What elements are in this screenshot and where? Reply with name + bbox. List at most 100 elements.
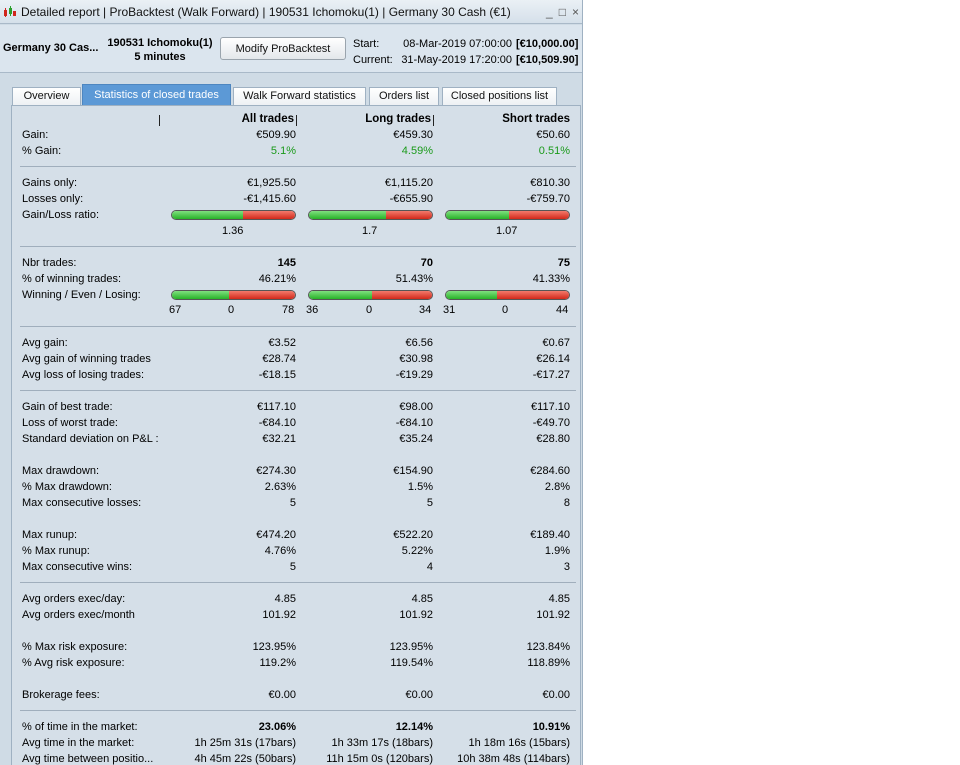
stat-value-all: 1h 25m 31s (17bars) xyxy=(194,737,297,749)
start-amount: [€10,000.00] xyxy=(516,38,579,50)
stat-value-long: €459.30 xyxy=(393,129,433,141)
stat-value-long: 123.95% xyxy=(389,641,433,653)
stat-value-all: -€18.15 xyxy=(258,369,296,381)
stat-value-all: 123.95% xyxy=(252,641,296,653)
stat-value-all: -€84.10 xyxy=(258,417,296,429)
stat-value-short: 1h 18m 16s (15bars) xyxy=(468,737,571,749)
stat-label: % Max drawdown: xyxy=(22,481,112,493)
stat-value-all: 5.1% xyxy=(270,145,296,157)
maximize-button[interactable]: □ xyxy=(556,5,569,19)
stat-row-pct-gain: % Gain: 5.1% 4.59% 0.51% xyxy=(12,143,582,159)
column-header-all: All trades xyxy=(241,113,294,125)
modify-probacktest-button[interactable]: Modify ProBacktest xyxy=(220,37,346,60)
tab-statistics-closed-trades[interactable]: Statistics of closed trades xyxy=(82,84,231,105)
gain-loss-ratio-short: 1.07 xyxy=(496,225,518,237)
stat-value-short: €26.14 xyxy=(536,353,570,365)
stat-value-all: 5 xyxy=(289,497,296,509)
winning-losing-bar-all xyxy=(171,290,296,300)
stat-label: Avg orders exec/month xyxy=(22,609,135,621)
tab-walk-forward-statistics[interactable]: Walk Forward statistics xyxy=(233,87,366,105)
stat-value-all: €474.20 xyxy=(256,529,296,541)
stat-value-short: 2.8% xyxy=(544,481,570,493)
tab-overview[interactable]: Overview xyxy=(12,87,81,105)
section-divider xyxy=(20,326,576,327)
stat-value-short: €117.10 xyxy=(531,401,570,413)
stat-value-all: €32.21 xyxy=(262,433,296,445)
winning-count-long: 36 xyxy=(306,304,319,316)
gain-loss-bar-short xyxy=(445,210,570,220)
section-divider xyxy=(20,582,576,583)
stat-row-losses-only: Losses only: -€1,415.60 -€655.90 -€759.7… xyxy=(12,191,582,207)
stat-value-all: 119.2% xyxy=(259,657,297,669)
stat-label: Gain of best trade: xyxy=(22,401,113,413)
stat-value-long: 51.43% xyxy=(395,273,433,285)
stat-value-all: 5 xyxy=(289,561,296,573)
stat-label: Max runup: xyxy=(22,529,78,541)
backtest-dates: Start: 08-Mar-2019 07:00:00 [€10,000.00]… xyxy=(353,36,578,68)
tab-orders-list[interactable]: Orders list xyxy=(369,87,439,105)
losing-count-all: 78 xyxy=(282,304,295,316)
stat-value-long: €154.90 xyxy=(393,465,433,477)
stat-value-short: -€49.70 xyxy=(532,417,570,429)
stat-label: Max consecutive losses: xyxy=(22,497,142,509)
stat-value-all: 46.21% xyxy=(258,273,296,285)
current-amount: [€10,509.90] xyxy=(516,54,579,66)
stat-value-short: 41.33% xyxy=(532,273,570,285)
stat-label: Avg orders exec/day: xyxy=(22,593,126,605)
stat-label: Avg time between positio... xyxy=(22,753,154,765)
title-bar: Detailed report | ProBacktest (Walk Forw… xyxy=(0,0,582,24)
statistics-panel: All trades Long trades Short trades Gain… xyxy=(11,105,581,765)
stat-value-short: €0.00 xyxy=(542,689,570,701)
stat-label: % of time in the market: xyxy=(22,721,138,733)
stat-value-all: €3.52 xyxy=(268,337,296,349)
system-name: 190531 Ichomoku(1) xyxy=(107,37,213,49)
stat-value-short: €50.60 xyxy=(536,129,570,141)
timeframe: 5 minutes xyxy=(134,51,186,63)
stat-label: Max drawdown: xyxy=(22,465,100,477)
stat-value-short: 10h 38m 48s (114bars) xyxy=(457,753,570,765)
stat-label: % Gain: xyxy=(22,145,62,157)
stat-value-long: 70 xyxy=(420,257,433,269)
stat-value-short: 123.84% xyxy=(526,641,570,653)
stat-row-pct-winning: % of winning trades: 46.21% 51.43% 41.33… xyxy=(12,271,582,287)
stat-row-avg-exec-month: Avg orders exec/month 101.92 101.92 101.… xyxy=(12,607,582,623)
stat-label: Avg time in the market: xyxy=(22,737,135,749)
stat-value-short: €0.67 xyxy=(542,337,570,349)
start-label: Start: xyxy=(353,38,380,50)
close-button[interactable]: × xyxy=(569,5,582,19)
current-label: Current: xyxy=(353,54,393,66)
stat-row-max-consec-losses: Max consecutive losses: 5 5 8 xyxy=(12,495,582,511)
gain-loss-bar-long xyxy=(308,210,433,220)
stat-value-long: 101.92 xyxy=(399,609,433,621)
stat-label: % Max risk exposure: xyxy=(22,641,128,653)
stat-value-long: 4.59% xyxy=(401,145,433,157)
stat-value-short: €189.40 xyxy=(530,529,570,541)
stat-row-pct-max-drawdown: % Max drawdown: 2.63% 1.5% 2.8% xyxy=(12,479,582,495)
stat-label: Losses only: xyxy=(22,193,84,205)
stat-row-avg-time-in-market: Avg time in the market: 1h 25m 31s (17ba… xyxy=(12,735,582,751)
stat-row-nbr-trades: Nbr trades: 145 70 75 xyxy=(12,255,582,271)
stat-value-long: €6.56 xyxy=(405,337,433,349)
stat-label: Gains only: xyxy=(22,177,78,189)
instrument-name: Germany 30 Cas... xyxy=(3,42,99,54)
stat-row-worst-trade: Loss of worst trade: -€84.10 -€84.10 -€4… xyxy=(12,415,582,431)
stat-value-long: 11h 15m 0s (120bars) xyxy=(326,753,433,765)
section-divider xyxy=(20,710,576,711)
stat-row-gain: Gain: €509.90 €459.30 €50.60 xyxy=(12,127,582,143)
stat-value-all: 4h 45m 22s (50bars) xyxy=(194,753,297,765)
tab-closed-positions-list[interactable]: Closed positions list xyxy=(442,87,557,105)
stat-value-short: 4.85 xyxy=(548,593,570,605)
stat-value-all: 101.92 xyxy=(262,609,296,621)
stat-label: Avg gain: xyxy=(22,337,68,349)
stat-value-long: 1.5% xyxy=(407,481,433,493)
stat-value-long: €1,115.20 xyxy=(384,177,433,189)
stat-row-std-dev: Standard deviation on P&L : €32.21 €35.2… xyxy=(12,431,582,447)
stat-label: Nbr trades: xyxy=(22,257,77,269)
current-date: 31-May-2019 17:20:00 xyxy=(401,54,512,66)
stat-value-short: €28.80 xyxy=(536,433,570,445)
winning-count-all: 67 xyxy=(169,304,182,316)
stat-value-long: €522.20 xyxy=(393,529,433,541)
minimize-button[interactable]: _ xyxy=(543,5,556,19)
stat-value-short: 101.92 xyxy=(536,609,570,621)
stat-value-short: 75 xyxy=(557,257,570,269)
